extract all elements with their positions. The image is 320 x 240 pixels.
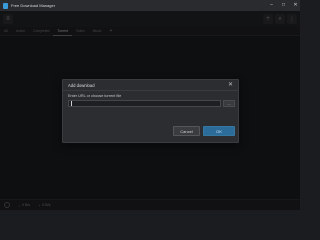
window-title: Free Download Manager [11, 3, 56, 8]
browse-button[interactable]: ... [223, 100, 235, 107]
cancel-button[interactable]: Cancel [173, 126, 200, 136]
dialog-title: Add download [68, 83, 95, 88]
maximize-button[interactable]: □ [281, 0, 286, 11]
close-button[interactable]: ✕ [293, 0, 298, 11]
text-caret [71, 101, 72, 106]
dialog-divider [63, 90, 238, 91]
window-controls: – □ ✕ [269, 0, 298, 11]
dialog-close-icon[interactable]: ✕ [228, 81, 233, 89]
url-input[interactable] [68, 100, 221, 107]
minimize-button[interactable]: – [269, 0, 274, 11]
url-prompt-label: Enter URL or choose torrent file [68, 94, 122, 98]
app-icon [3, 2, 8, 9]
title-bar: Free Download Manager – □ ✕ [0, 0, 300, 11]
add-download-dialog: Add download ✕ Enter URL or choose torre… [62, 79, 239, 143]
ok-button[interactable]: OK [203, 126, 235, 136]
